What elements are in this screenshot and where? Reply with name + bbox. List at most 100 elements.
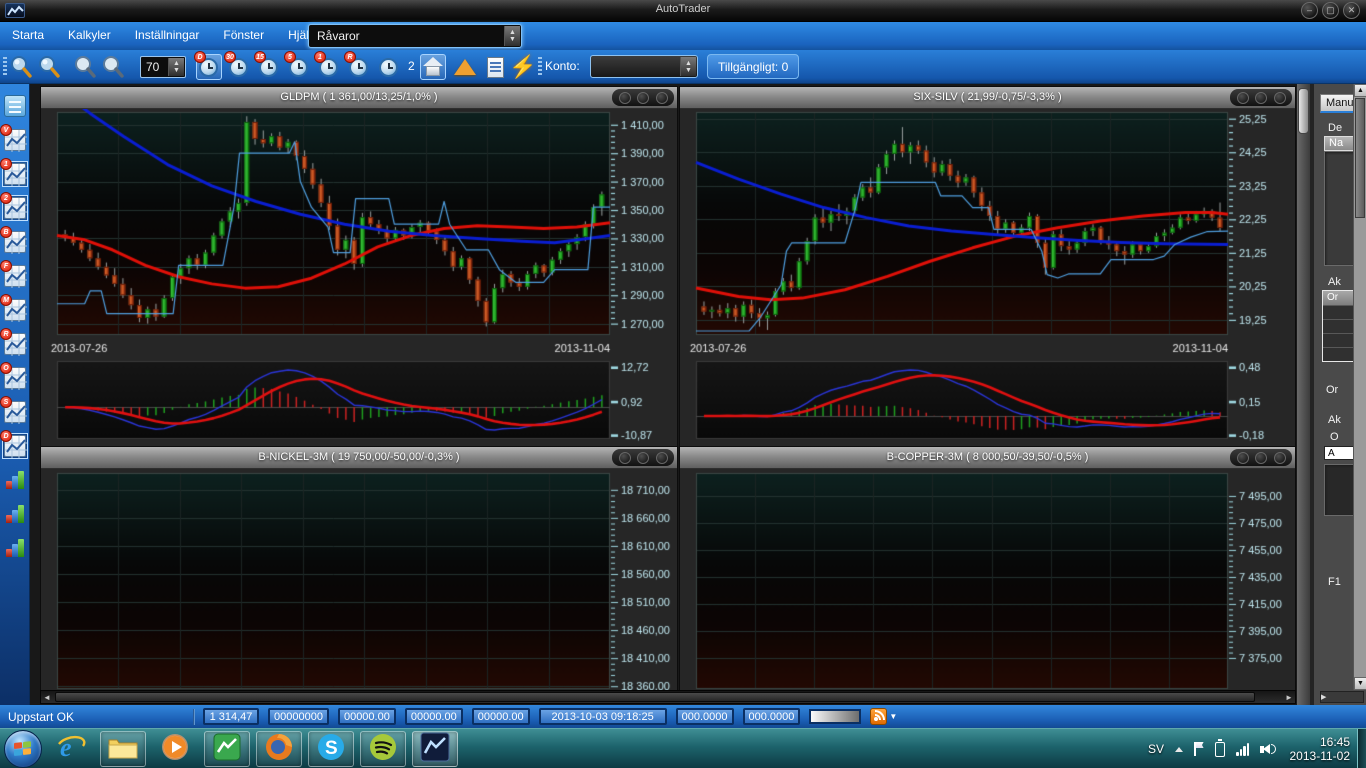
- sidebar-chart-b-button[interactable]: B: [3, 230, 27, 254]
- gldpm-chart-canvas[interactable]: [41, 109, 677, 446]
- sidebar-chart-m-button[interactable]: M: [3, 298, 27, 322]
- zoom-fit-icon[interactable]: [100, 54, 126, 80]
- network-signal-icon[interactable]: [1236, 743, 1249, 756]
- hscroll-thumb[interactable]: [55, 692, 1255, 702]
- menu-kalkyler[interactable]: Kalkyler: [56, 22, 123, 50]
- sidebar-chart-v-button[interactable]: V: [3, 128, 27, 152]
- sidebar-chart-1-button[interactable]: 1: [3, 162, 27, 186]
- taskbar-app-autotrader[interactable]: [412, 731, 458, 767]
- panel-vscroll-thumb[interactable]: [1355, 98, 1365, 218]
- chart-close-button[interactable]: [656, 92, 668, 104]
- nickel-chart-canvas[interactable]: [41, 469, 677, 690]
- show-hidden-icons[interactable]: [1175, 747, 1183, 752]
- taskbar-app-internet-explorer[interactable]: e: [48, 731, 94, 767]
- home-button[interactable]: [420, 54, 446, 80]
- konto-spinner[interactable]: ▲▼: [680, 57, 696, 76]
- chart-close-button[interactable]: [656, 452, 668, 464]
- status-message: Uppstart OK: [8, 710, 193, 724]
- chart-max-button[interactable]: [637, 92, 649, 104]
- action-center-flag-icon[interactable]: [1194, 742, 1204, 756]
- scroll-right-arrow[interactable]: ►: [1284, 693, 1294, 703]
- mdi-vertical-scrollbar[interactable]: [1296, 84, 1310, 705]
- rss-feed-icon[interactable]: [870, 708, 887, 725]
- scroll-left-arrow[interactable]: ◄: [42, 693, 52, 703]
- clock-interval-1-button[interactable]: 1: [316, 54, 342, 80]
- menu-inst-llningar[interactable]: Inställningar: [123, 22, 212, 50]
- chart-max-button[interactable]: [1255, 452, 1267, 464]
- chart-min-button[interactable]: [1237, 92, 1249, 104]
- minimize-button[interactable]: –: [1301, 2, 1318, 19]
- taskbar-clock[interactable]: 16:45 2013-11-02: [1290, 735, 1351, 763]
- close-button[interactable]: ✕: [1343, 2, 1360, 19]
- status-field-4: 00000.00: [472, 708, 530, 725]
- chart-close-button[interactable]: [1274, 452, 1286, 464]
- view-selector-value: Råvaror: [317, 29, 360, 43]
- menu-f-nster[interactable]: Fönster: [211, 22, 276, 50]
- quick-trade-button[interactable]: ⚡: [510, 54, 536, 80]
- alert-triangle-button[interactable]: [452, 54, 478, 80]
- sidebar-chart-2-button[interactable]: 2: [3, 196, 27, 220]
- language-indicator[interactable]: SV: [1148, 742, 1164, 756]
- konto-label: Konto:: [545, 59, 580, 73]
- status-field-2: 00000.00: [338, 708, 396, 725]
- zoom-out-icon[interactable]: [36, 54, 62, 80]
- taskbar-app-skype[interactable]: S: [308, 731, 354, 767]
- bar-count-stepper[interactable]: 70 ▲▼: [140, 56, 186, 78]
- clock-interval-plain-button[interactable]: [376, 54, 402, 80]
- sidebar-chart-o-button[interactable]: O: [3, 366, 27, 390]
- sidebar-chart-d-button[interactable]: D: [3, 434, 27, 458]
- panel-scroll-down-arrow[interactable]: ▼: [1354, 677, 1366, 690]
- show-desktop-button[interactable]: [1357, 729, 1366, 768]
- sidebar-bars-button[interactable]: [3, 468, 27, 492]
- view-selector-spinner[interactable]: ▲▼: [504, 26, 520, 46]
- zoom-reset-icon[interactable]: [72, 54, 98, 80]
- chart-min-button[interactable]: [619, 92, 631, 104]
- copper-chart-canvas[interactable]: [680, 469, 1295, 690]
- vscroll-thumb[interactable]: [1298, 88, 1309, 134]
- taskbar-app-spotify[interactable]: [360, 731, 406, 767]
- mdi-horizontal-scrollbar[interactable]: ◄ ►: [40, 690, 1296, 704]
- clock-interval-D-button[interactable]: D: [196, 54, 222, 80]
- sidebar-chart-s-button[interactable]: S: [3, 400, 27, 424]
- notes-button[interactable]: [482, 54, 508, 80]
- chart-max-button[interactable]: [1255, 92, 1267, 104]
- menubar: StartaKalkylerInställningarFönsterHjälp …: [0, 22, 1366, 50]
- battery-icon[interactable]: [1215, 742, 1225, 757]
- sidebar-scroll-button[interactable]: [3, 94, 27, 118]
- taskbar-app-firefox[interactable]: [256, 731, 302, 767]
- sixsilv-chart-canvas[interactable]: [680, 109, 1295, 446]
- clock-time: 16:45: [1290, 735, 1351, 749]
- panel-horizontal-scrollbar[interactable]: ▶: [1320, 691, 1364, 703]
- volume-icon[interactable]: [1260, 744, 1276, 754]
- status-separator: [193, 709, 195, 725]
- view-selector[interactable]: Råvaror ▲▼: [308, 24, 522, 48]
- clock-interval-5-button[interactable]: 5: [286, 54, 312, 80]
- start-button[interactable]: [4, 730, 42, 768]
- clock-interval-15-button[interactable]: 15: [256, 54, 282, 80]
- chart-min-button[interactable]: [1237, 452, 1249, 464]
- clock-interval-30-button[interactable]: 30: [226, 54, 252, 80]
- panel-scroll-up-arrow[interactable]: ▲: [1354, 84, 1366, 97]
- sidebar-chart-f-button[interactable]: F: [3, 264, 27, 288]
- chart-badge: R: [0, 328, 12, 340]
- sidebar-bars-button[interactable]: [3, 502, 27, 526]
- konto-select[interactable]: ▲▼: [590, 55, 698, 78]
- status-field-7: 000.0000: [743, 708, 801, 725]
- statusbar: Uppstart OK 1 314,470000000000000.000000…: [0, 705, 1366, 728]
- taskbar-app-green-trader[interactable]: [204, 731, 250, 767]
- chart-max-button[interactable]: [637, 452, 649, 464]
- sidebar-chart-r-button[interactable]: R: [3, 332, 27, 356]
- sidebar-bars-button[interactable]: [3, 536, 27, 560]
- panel-vertical-scrollbar[interactable]: ▲ ▼: [1353, 84, 1366, 690]
- rss-dropdown-caret[interactable]: ▼: [889, 712, 897, 721]
- taskbar-app-media-player[interactable]: [152, 731, 198, 767]
- menu-starta[interactable]: Starta: [0, 22, 56, 50]
- chart-min-button[interactable]: [619, 452, 631, 464]
- bar-count-arrows[interactable]: ▲▼: [168, 58, 184, 76]
- chart-close-button[interactable]: [1274, 92, 1286, 104]
- clock-interval-R-button[interactable]: R: [346, 54, 372, 80]
- taskbar-app-explorer-folder[interactable]: [100, 731, 146, 767]
- zoom-in-icon[interactable]: [8, 54, 34, 80]
- maximize-button[interactable]: ▢: [1322, 2, 1339, 19]
- chart-badge: 2: [0, 192, 12, 204]
